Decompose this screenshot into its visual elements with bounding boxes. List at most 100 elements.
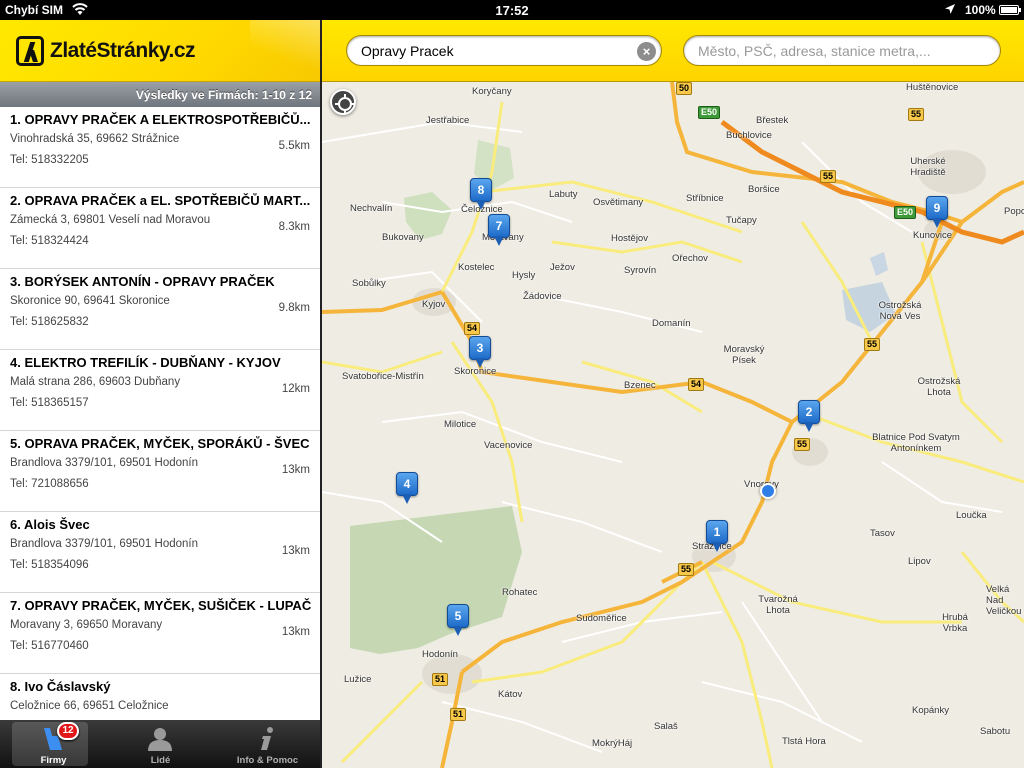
result-pin[interactable]: 7 xyxy=(488,214,510,248)
result-pin[interactable]: 3 xyxy=(469,336,491,370)
place-label: Hrubá Vrbka xyxy=(942,612,968,634)
place-label: Svatobořice-Mistřín xyxy=(342,371,424,382)
query-input[interactable] xyxy=(361,42,631,60)
place-label: MokrýHáj xyxy=(592,738,633,749)
place-label: Syrovín xyxy=(624,265,657,276)
place-label: Osvětimany xyxy=(593,197,644,208)
close-icon: × xyxy=(642,44,651,59)
status-bar: Chybí SIM 17:52 100% xyxy=(0,0,1024,20)
place-label: Tasov xyxy=(870,528,895,539)
result-distance: 12km xyxy=(281,383,310,395)
place-label: Hodonín xyxy=(422,649,458,660)
tab-lide[interactable]: Lidé xyxy=(107,720,214,768)
list-item[interactable]: 8. Ivo Čáslavský Čeložnice 66, 69651 Čel… xyxy=(0,674,320,720)
results-list[interactable]: 1. OPRAVY PRAČEK A ELEKTROSPOTŘEBIČŮ... … xyxy=(0,107,320,720)
place-label: Ostrožská Nová Ves xyxy=(878,300,922,322)
location-input[interactable] xyxy=(698,42,988,60)
result-address: Skoronice 90, 69641 Skoronice xyxy=(10,295,170,307)
query-search-field[interactable]: × xyxy=(346,35,662,66)
result-pin[interactable]: 4 xyxy=(396,472,418,506)
place-label: Popo xyxy=(1004,206,1024,217)
location-search-field[interactable] xyxy=(683,35,1001,66)
place-label: Labuty xyxy=(549,189,578,200)
place-label: Domanín xyxy=(652,318,691,329)
road-shield: 55 xyxy=(908,108,925,121)
result-phone: Tel: 518365157 xyxy=(10,397,89,409)
result-pin[interactable]: 9 xyxy=(926,196,948,230)
place-label: Boršice xyxy=(748,184,780,195)
list-item[interactable]: 2. OPRAVA PRAČEK a EL. SPOTŘEBIČŮ MART..… xyxy=(0,188,320,269)
tab-bar: 12 Firmy Lidé Info & Pomoc xyxy=(0,720,320,768)
map-view[interactable]: Koryčany Huštěnovice Jestřabice Břestek … xyxy=(322,82,1024,768)
place-label: Moravský Písek xyxy=(723,344,765,366)
result-pin[interactable]: 5 xyxy=(447,604,469,638)
list-item[interactable]: 5. OPRAVA PRAČEK, MYČEK, SPORÁKŮ - ŠVEC … xyxy=(0,431,320,512)
list-item[interactable]: 4. ELEKTRO TREFILÍK - DUBŇANY - KYJOV Ma… xyxy=(0,350,320,431)
tab-label: Lidé xyxy=(150,755,171,766)
list-item[interactable]: 6. Alois Švec Brandlova 3379/101, 69501 … xyxy=(0,512,320,593)
map-roads xyxy=(322,82,1024,768)
tab-label: Firmy xyxy=(40,755,67,766)
result-phone: Tel: 518324424 xyxy=(10,235,89,247)
place-label: Kyjov xyxy=(422,299,446,310)
place-label: Loučka xyxy=(956,510,987,521)
current-location-dot xyxy=(760,483,776,499)
result-pin[interactable]: 2 xyxy=(798,400,820,434)
place-label: Hostějov xyxy=(611,233,648,244)
tab-info[interactable]: Info & Pomoc xyxy=(214,720,320,768)
result-pin[interactable]: 8 xyxy=(470,178,492,212)
place-label: Ořechov xyxy=(672,253,708,264)
road-shield: E50 xyxy=(698,106,721,119)
place-label: Bzenec xyxy=(624,380,656,391)
tab-firmy[interactable]: 12 Firmy xyxy=(0,720,107,768)
road-shield: 54 xyxy=(688,378,705,391)
result-phone: Tel: 516770460 xyxy=(10,640,89,652)
result-address: Čeložnice 66, 69651 Čeložnice xyxy=(10,700,169,712)
app-logo[interactable]: ZlatéStránky.cz xyxy=(16,34,196,68)
road-shield: 54 xyxy=(464,322,481,335)
road-shield: 55 xyxy=(678,563,695,576)
place-label: Hysly xyxy=(512,270,536,281)
place-label: Rohatec xyxy=(502,587,538,598)
place-label: Ostrožská Lhota xyxy=(917,376,961,398)
place-label: Blatnice Pod Svatym Antonínkem xyxy=(872,432,960,454)
result-distance: 13km xyxy=(281,626,310,638)
yellow-pages-logo-icon xyxy=(16,36,44,66)
result-phone: Tel: 518332205 xyxy=(10,154,89,166)
yellow-pages-icon xyxy=(0,726,107,752)
place-label: Velká Nad Veličkou xyxy=(986,584,1022,617)
map-panel: × xyxy=(322,20,1024,768)
road-shield: 55 xyxy=(864,338,881,351)
logo-text: ZlatéStránky.cz xyxy=(50,39,196,62)
road-shield: 51 xyxy=(432,673,449,686)
place-label: Tlstá Hora xyxy=(782,736,826,747)
result-phone: Tel: 721088656 xyxy=(10,478,89,490)
place-label: Tvarožná Lhota xyxy=(758,594,798,616)
result-address: Zámecká 3, 69801 Veselí nad Moravou xyxy=(10,214,211,226)
place-label: Žádovice xyxy=(523,291,562,302)
road-shield: E50 xyxy=(894,206,917,219)
locate-me-button[interactable] xyxy=(330,89,356,115)
result-name: 7. OPRAVY PRAČEK, MYČEK, SUŠIČEK - LUPAČ xyxy=(10,598,312,613)
place-label: Uherské Hradiště xyxy=(910,156,946,178)
road-shield: 51 xyxy=(450,708,467,721)
result-address: Malá strana 286, 69603 Dubňany xyxy=(10,376,181,388)
location-arrow-icon xyxy=(944,3,956,18)
place-label: Kopánky xyxy=(912,705,949,716)
tab-label: Info & Pomoc xyxy=(236,755,299,766)
result-name: 3. BORÝSEK ANTONÍN - OPRAVY PRAČEK xyxy=(10,274,275,289)
result-pin[interactable]: 1 xyxy=(706,520,728,554)
result-name: 1. OPRAVY PRAČEK A ELEKTROSPOTŘEBIČŮ... xyxy=(10,112,311,127)
search-bar: × xyxy=(322,20,1024,82)
place-label: Salaš xyxy=(654,721,678,732)
result-phone: Tel: 518354096 xyxy=(10,559,89,571)
clear-search-button[interactable]: × xyxy=(637,42,656,61)
list-item[interactable]: 1. OPRAVY PRAČEK A ELEKTROSPOTŘEBIČŮ... … xyxy=(0,107,320,188)
list-item[interactable]: 3. BORÝSEK ANTONÍN - OPRAVY PRAČEK Skoro… xyxy=(0,269,320,350)
result-distance: 13km xyxy=(281,464,310,476)
place-label: Lipov xyxy=(908,556,931,567)
place-label: Buchlovice xyxy=(726,130,772,141)
battery-percent: 100% xyxy=(965,3,996,17)
road-shield: 50 xyxy=(676,82,693,95)
list-item[interactable]: 7. OPRAVY PRAČEK, MYČEK, SUŠIČEK - LUPAČ… xyxy=(0,593,320,674)
